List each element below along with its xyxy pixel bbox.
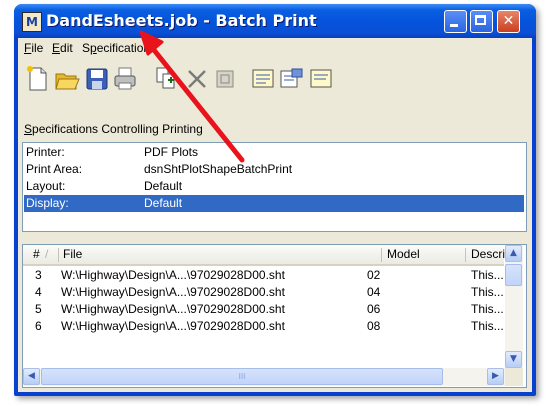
- row-model: 08: [367, 319, 381, 333]
- spec-key: Print Area:: [26, 162, 83, 176]
- column-number[interactable]: #: [33, 247, 40, 261]
- spec-key: Layout:: [26, 179, 66, 193]
- specifications-section-label: Specifications Controlling Printing: [24, 122, 203, 136]
- column-divider[interactable]: [465, 248, 466, 262]
- maximize-button[interactable]: [470, 10, 493, 33]
- row-description: This...: [471, 285, 504, 299]
- row-file: W:\Highway\Design\A...\97029028D00.sht: [61, 319, 285, 333]
- scrollbar-corner: [505, 368, 523, 386]
- row-model: 02: [367, 268, 381, 282]
- close-icon: ✕: [502, 13, 515, 29]
- file-list[interactable]: # / File Model Descript 3 W:\Highway\Des…: [22, 244, 527, 388]
- preview-icon[interactable]: [308, 65, 334, 93]
- file-row[interactable]: 3 W:\Highway\Design\A...\97029028D00.sht…: [23, 267, 504, 283]
- disabled-icon[interactable]: [212, 65, 238, 93]
- row-file: W:\Highway\Design\A...\97029028D00.sht: [61, 285, 285, 299]
- vertical-scroll-thumb[interactable]: [505, 264, 522, 286]
- spec-value: PDF Plots: [144, 145, 199, 159]
- open-folder-icon[interactable]: [54, 65, 80, 93]
- title-bar[interactable]: M DandEsheets.job - Batch Print ✕: [14, 4, 536, 38]
- menu-bar: File Edit Specifications: [18, 38, 532, 58]
- dialog-client-area: File Edit Specifications Specifications …: [18, 38, 532, 392]
- row-description: This...: [471, 268, 504, 282]
- row-model: 06: [367, 302, 381, 316]
- spec-key: Display:: [26, 196, 69, 210]
- maximize-icon: [475, 15, 486, 25]
- sort-indicator-icon: /: [45, 247, 49, 261]
- spec-value: dsnShtPlotShapeBatchPrint: [144, 162, 293, 176]
- row-file: W:\Highway\Design\A...\97029028D00.sht: [61, 268, 285, 282]
- toolbar: [18, 59, 532, 99]
- scroll-right-button[interactable]: ▶: [487, 368, 504, 385]
- delete-x-icon[interactable]: [184, 65, 210, 93]
- vertical-scrollbar[interactable]: ▲ ▼: [505, 245, 523, 368]
- horizontal-scrollbar[interactable]: ◀ III ▶: [23, 368, 505, 386]
- menu-edit[interactable]: Edit: [52, 41, 73, 55]
- minimize-button[interactable]: [444, 10, 467, 33]
- file-list-header: # / File Model Descript: [23, 245, 515, 266]
- batch-print-window: M DandEsheets.job - Batch Print ✕ File E…: [14, 4, 536, 396]
- row-description: This...: [471, 319, 504, 333]
- spec-value: Default: [144, 196, 183, 210]
- file-row[interactable]: 6 W:\Highway\Design\A...\97029028D00.sht…: [23, 318, 504, 334]
- row-model: 04: [367, 285, 381, 299]
- menu-file[interactable]: File: [24, 41, 43, 55]
- add-files-icon[interactable]: [154, 65, 180, 93]
- row-number: 5: [35, 302, 42, 316]
- row-file: W:\Highway\Design\A...\97029028D00.sht: [61, 302, 285, 316]
- spec-key: Printer:: [26, 145, 65, 159]
- spec-value: Default: [144, 179, 183, 193]
- specifications-icon[interactable]: [250, 65, 276, 93]
- specifications-list[interactable]: Printer: PDF Plots Print Area: dsnShtPlo…: [22, 142, 527, 232]
- column-divider[interactable]: [381, 248, 382, 262]
- spec-row-layout[interactable]: Layout: Default: [24, 178, 524, 195]
- scroll-up-button[interactable]: ▲: [505, 245, 522, 262]
- row-number: 3: [35, 268, 42, 282]
- edit-spec-icon[interactable]: [278, 65, 304, 93]
- spec-row-printer[interactable]: Printer: PDF Plots: [24, 144, 524, 161]
- scroll-down-button[interactable]: ▼: [505, 351, 522, 368]
- column-file[interactable]: File: [63, 247, 82, 261]
- spec-row-display[interactable]: Display: Default: [24, 195, 524, 212]
- minimize-icon: [450, 24, 458, 27]
- print-icon[interactable]: [112, 65, 138, 93]
- spec-row-print-area[interactable]: Print Area: dsnShtPlotShapeBatchPrint: [24, 161, 524, 178]
- row-number: 4: [35, 285, 42, 299]
- close-button[interactable]: ✕: [497, 10, 520, 33]
- column-divider[interactable]: [58, 248, 59, 262]
- row-description: This...: [471, 302, 504, 316]
- new-icon[interactable]: [24, 65, 50, 93]
- app-icon[interactable]: M: [22, 12, 42, 32]
- horizontal-scroll-thumb[interactable]: III: [41, 368, 443, 385]
- menu-specifications[interactable]: Specifications: [82, 41, 156, 55]
- save-disk-icon[interactable]: [84, 65, 110, 93]
- column-model[interactable]: Model: [387, 247, 420, 261]
- window-title: DandEsheets.job - Batch Print: [46, 11, 317, 30]
- scroll-left-button[interactable]: ◀: [23, 368, 40, 385]
- file-row[interactable]: 4 W:\Highway\Design\A...\97029028D00.sht…: [23, 284, 504, 300]
- file-row[interactable]: 5 W:\Highway\Design\A...\97029028D00.sht…: [23, 301, 504, 317]
- row-number: 6: [35, 319, 42, 333]
